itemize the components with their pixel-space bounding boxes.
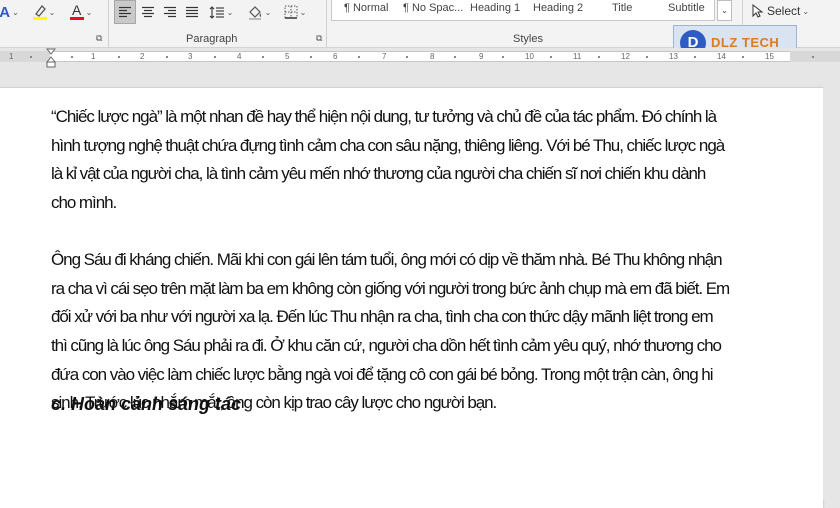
cursor-arrow-icon bbox=[752, 4, 763, 18]
select-button[interactable]: Select ⌄ bbox=[751, 4, 809, 18]
line-spacing-icon bbox=[209, 5, 224, 19]
chevron-down-icon: ⌄ bbox=[85, 7, 93, 17]
align-center-icon bbox=[142, 6, 154, 18]
ruler-tick bbox=[406, 56, 408, 58]
justify-button[interactable] bbox=[182, 0, 202, 24]
ruler-number: 7 bbox=[382, 52, 387, 61]
ruler-number: 9 bbox=[479, 52, 484, 61]
document-paragraph[interactable]: “Chiếc lược ngà” là một nhan đề hay thể … bbox=[51, 103, 731, 218]
ruler-tick bbox=[71, 56, 73, 58]
ruler-tick bbox=[812, 56, 814, 58]
group-separator bbox=[108, 0, 109, 47]
ruler-number: 15 bbox=[765, 52, 774, 61]
text-effects-icon: A bbox=[0, 3, 11, 21]
indent-marker-icon[interactable] bbox=[46, 48, 56, 68]
ruler-tick bbox=[118, 56, 120, 58]
text-effects-button[interactable]: A ⌄ bbox=[0, 0, 19, 24]
section-heading[interactable]: c. Hoàn cảnh sáng tác bbox=[51, 394, 241, 415]
ruler-number: 3 bbox=[188, 52, 193, 61]
style-subtitle[interactable]: Subtitle bbox=[668, 0, 705, 20]
font-color-button[interactable]: A ⌄ bbox=[66, 0, 96, 24]
ruler-number: 1 bbox=[91, 52, 96, 61]
chevron-down-icon: ⌄ bbox=[48, 7, 56, 17]
style-no-spacing[interactable]: ¶ No Spac... bbox=[403, 0, 463, 20]
ruler-number: 2 bbox=[140, 52, 145, 61]
highlighter-icon bbox=[32, 4, 47, 20]
borders-icon bbox=[284, 5, 298, 19]
align-center-button[interactable] bbox=[138, 0, 158, 24]
ruler-tick bbox=[694, 56, 696, 58]
ruler-tick bbox=[262, 56, 264, 58]
ruler-tick bbox=[310, 56, 312, 58]
chevron-down-icon: ⌄ bbox=[721, 6, 728, 15]
chevron-down-icon: ⌄ bbox=[264, 7, 272, 17]
styles-more-button[interactable]: ⌄ bbox=[717, 0, 732, 21]
ruler-number: 8 bbox=[430, 52, 435, 61]
ruler-track bbox=[50, 51, 790, 62]
ruler-tick bbox=[454, 56, 456, 58]
justify-icon bbox=[186, 6, 198, 18]
group-separator bbox=[326, 0, 327, 47]
align-left-icon bbox=[119, 6, 131, 18]
align-right-icon bbox=[164, 6, 176, 18]
chevron-down-icon: ⌄ bbox=[226, 7, 234, 17]
styles-group-label: Styles bbox=[513, 33, 543, 45]
ruler-tick bbox=[358, 56, 360, 58]
horizontal-ruler[interactable]: 1 1 2 3 4 5 6 7 8 9 10 11 12 13 14 15 bbox=[0, 48, 840, 65]
ruler-tick bbox=[598, 56, 600, 58]
ruler-number: 1 bbox=[9, 52, 14, 61]
align-right-button[interactable] bbox=[160, 0, 180, 24]
paragraph-dialog-launcher-icon[interactable]: ⧉ bbox=[316, 33, 322, 44]
vertical-scrollbar[interactable] bbox=[823, 88, 840, 500]
ruler-tick bbox=[742, 56, 744, 58]
styles-gallery: ¶ Normal ¶ No Spac... Heading 1 Heading … bbox=[331, 0, 715, 21]
ruler-right-margin bbox=[790, 51, 840, 62]
ruler-number: 14 bbox=[717, 52, 726, 61]
chevron-down-icon: ⌄ bbox=[802, 6, 810, 16]
paragraph-group-label: Paragraph bbox=[186, 33, 238, 45]
ruler-tick bbox=[214, 56, 216, 58]
shading-button[interactable]: ⌄ bbox=[244, 0, 274, 24]
paint-bucket-icon bbox=[248, 5, 261, 20]
chevron-down-icon: ⌄ bbox=[12, 7, 19, 17]
ruler-tick bbox=[550, 56, 552, 58]
ruler-tick bbox=[646, 56, 648, 58]
ruler-tick bbox=[166, 56, 168, 58]
font-dialog-launcher-icon[interactable]: ⧉ bbox=[96, 33, 102, 44]
style-normal[interactable]: ¶ Normal bbox=[344, 0, 388, 20]
document-paragraph[interactable]: Ông Sáu đi kháng chiến. Mãi khi con gái … bbox=[51, 246, 731, 418]
line-spacing-button[interactable]: ⌄ bbox=[206, 0, 236, 24]
ruler-number: 5 bbox=[285, 52, 290, 61]
ruler-number: 10 bbox=[525, 52, 534, 61]
borders-button[interactable]: ⌄ bbox=[280, 0, 310, 24]
chevron-down-icon: ⌄ bbox=[299, 7, 307, 17]
style-heading-1[interactable]: Heading 1 bbox=[470, 0, 520, 20]
ruler-tick bbox=[30, 56, 32, 58]
ruler-number: 12 bbox=[621, 52, 630, 61]
ruler-number: 4 bbox=[237, 52, 242, 61]
style-title[interactable]: Title bbox=[612, 0, 632, 20]
ruler-left-margin bbox=[0, 51, 50, 62]
ruler-tick bbox=[502, 56, 504, 58]
ruler-number: 11 bbox=[573, 52, 582, 61]
select-label: Select bbox=[767, 4, 801, 18]
align-left-button[interactable] bbox=[114, 0, 136, 24]
ruler-number: 13 bbox=[669, 52, 678, 61]
font-color-icon: A bbox=[69, 3, 84, 20]
highlight-color-button[interactable]: ⌄ bbox=[30, 0, 58, 24]
style-heading-2[interactable]: Heading 2 bbox=[533, 0, 583, 20]
ruler-number: 6 bbox=[333, 52, 338, 61]
